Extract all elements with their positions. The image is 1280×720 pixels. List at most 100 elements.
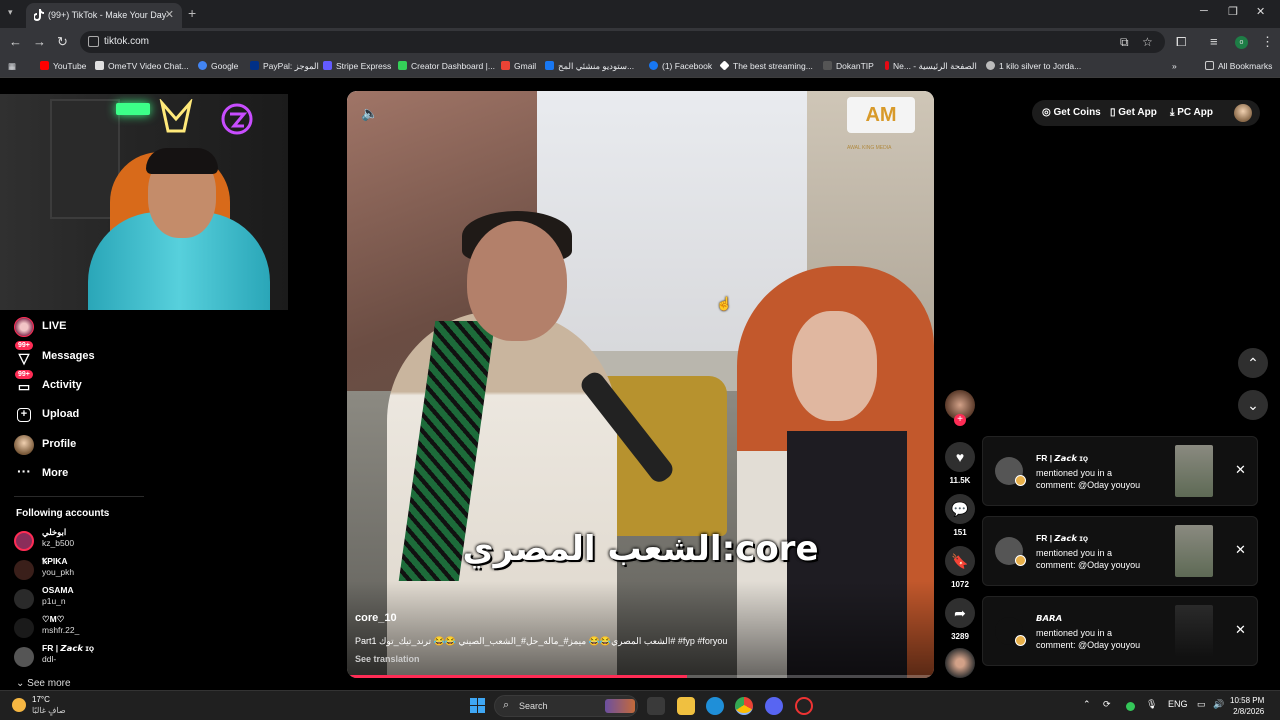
bookmark-item[interactable]: Ne... - الصفحة الرئيسية bbox=[885, 61, 977, 72]
see-more-link[interactable]: ⌄ See more bbox=[16, 678, 71, 689]
extensions-icon[interactable]: ⧠ bbox=[1176, 34, 1186, 50]
tray-overflow-icon[interactable]: ⌃ bbox=[1083, 699, 1091, 710]
messages-icon: ▽ bbox=[18, 350, 30, 366]
previous-video-button[interactable]: ⌃ bbox=[1238, 348, 1268, 378]
menu-kebab-icon[interactable]: ⋮ bbox=[1261, 34, 1274, 50]
follow-plus-icon[interactable]: + bbox=[954, 414, 966, 426]
video-caption-overlay: الشعب المصري:core bbox=[462, 529, 819, 569]
video-thumbnail[interactable] bbox=[1175, 605, 1213, 657]
messages-badge: 99+ bbox=[15, 341, 33, 350]
get-app-button[interactable]: ▯ Get App bbox=[1110, 107, 1157, 118]
bookmarks-overflow-icon[interactable]: » bbox=[1172, 61, 1177, 71]
edge-icon[interactable] bbox=[706, 697, 724, 715]
close-icon[interactable]: ✕ bbox=[1235, 542, 1246, 558]
bookmark-item[interactable]: Google bbox=[198, 61, 238, 71]
netflix-icon bbox=[885, 61, 889, 70]
next-video-button[interactable]: ⌄ bbox=[1238, 390, 1268, 420]
close-icon[interactable]: ✕ bbox=[1235, 462, 1246, 478]
avatar bbox=[14, 589, 34, 609]
upload-icon: + bbox=[17, 408, 31, 422]
bookmark-item[interactable]: YouTube bbox=[40, 61, 86, 71]
get-coins-button[interactable]: ◎ Get Coins bbox=[1042, 107, 1101, 118]
video-player[interactable]: 🔈 AM AWAL KING MEDIA الشعب المصري:core c… bbox=[347, 91, 934, 678]
profile-avatar-icon[interactable]: o bbox=[1235, 36, 1248, 49]
volume-icon[interactable]: 🔊 bbox=[1213, 699, 1224, 710]
mute-icon[interactable]: 🔈 bbox=[361, 105, 378, 122]
minimize-button[interactable]: ─ bbox=[1200, 5, 1208, 17]
chevron-down-icon: ⌄ bbox=[16, 678, 28, 689]
status-dot-icon[interactable] bbox=[1126, 702, 1135, 711]
comment-icon: 💬 bbox=[945, 494, 975, 524]
site-info-icon[interactable] bbox=[88, 36, 99, 47]
bookmark-item[interactable]: PayPal: الموجز bbox=[250, 61, 319, 72]
bookmark-item[interactable]: The best streaming... bbox=[719, 60, 813, 71]
file-explorer-icon[interactable] bbox=[677, 697, 695, 715]
creator-avatar-button[interactable]: + bbox=[945, 390, 975, 426]
bookmark-item[interactable]: DokanTIP bbox=[823, 61, 874, 71]
notification-toast[interactable]: FR | 𝙕𝙖𝙘𝙠 ɪǫ mentioned you in a comment:… bbox=[982, 516, 1258, 586]
video-author[interactable]: core_10 bbox=[355, 612, 397, 624]
network-icon[interactable]: ▭ bbox=[1197, 699, 1206, 710]
video-thumbnail[interactable] bbox=[1175, 525, 1213, 577]
sync-icon[interactable]: ⟳ bbox=[1103, 699, 1111, 710]
bookmark-item[interactable]: Stripe Express bbox=[323, 61, 391, 71]
chevron-up-icon: ⌃ bbox=[1247, 355, 1259, 371]
taskbar-search[interactable]: ⌕ Search bbox=[494, 695, 638, 717]
coin-badge-icon bbox=[1015, 635, 1026, 646]
omnibox[interactable]: tiktok.com ⧉ ☆ bbox=[80, 31, 1165, 53]
obs-icon[interactable] bbox=[795, 697, 813, 715]
browser-tab[interactable]: (99+) TikTok - Make Your Day ✕ bbox=[26, 3, 182, 28]
url-text: tiktok.com bbox=[104, 36, 150, 47]
coin-badge-icon bbox=[1015, 555, 1026, 566]
close-window-button[interactable]: ✕ bbox=[1256, 5, 1265, 18]
close-icon[interactable]: ✕ bbox=[1235, 622, 1246, 638]
video-thumbnail[interactable] bbox=[1175, 445, 1213, 497]
reading-list-icon[interactable]: ≡ bbox=[1210, 34, 1218, 49]
avatar bbox=[14, 647, 34, 667]
bookmark-item[interactable]: ستوديو منشئي المح... bbox=[545, 61, 634, 72]
discord-icon[interactable] bbox=[765, 697, 783, 715]
notification-toast[interactable]: FR | 𝙕𝙖𝙘𝙠 ɪǫ mentioned you in a comment:… bbox=[982, 436, 1258, 506]
clock[interactable]: 10:58 PM 2/8/2026 bbox=[1230, 695, 1264, 717]
music-disc-button[interactable] bbox=[945, 648, 975, 678]
language-indicator[interactable]: ENG bbox=[1168, 699, 1188, 709]
google-icon bbox=[198, 61, 207, 70]
comment-count: 151 bbox=[953, 528, 967, 537]
divider bbox=[14, 496, 144, 497]
task-view-icon[interactable] bbox=[647, 697, 665, 715]
share-button[interactable]: ➦ 3289 bbox=[945, 598, 975, 641]
bookmark-item[interactable]: Creator Dashboard |... bbox=[398, 61, 495, 71]
install-app-icon[interactable]: ⧉ bbox=[1120, 35, 1129, 50]
bookmark-star-icon[interactable]: ☆ bbox=[1142, 35, 1153, 49]
see-translation-link[interactable]: See translation bbox=[355, 654, 420, 664]
tab-search-icon[interactable]: ▾ bbox=[8, 7, 13, 18]
notification-toast[interactable]: 𝘽𝘼𝙍𝘼 mentioned you in a comment: @Oday y… bbox=[982, 596, 1258, 666]
save-button[interactable]: 🔖 1072 bbox=[945, 546, 975, 589]
back-icon[interactable]: ← bbox=[9, 34, 22, 49]
restore-button[interactable]: ❐ bbox=[1228, 5, 1238, 18]
coin-icon: ◎ bbox=[1042, 107, 1054, 118]
windows-start-icon[interactable] bbox=[470, 698, 486, 714]
all-bookmarks-folder[interactable]: All Bookmarks bbox=[1205, 61, 1272, 71]
bookmark-item[interactable]: (1) Facebook bbox=[649, 61, 712, 71]
bookmark-item[interactable]: 1 kilo silver to Jorda... bbox=[986, 61, 1081, 71]
music-disc-icon bbox=[945, 648, 975, 678]
pc-app-button[interactable]: ⤓ PC App bbox=[1170, 107, 1213, 118]
save-count: 1072 bbox=[951, 580, 969, 589]
forward-icon[interactable]: → bbox=[33, 34, 46, 49]
new-tab-button[interactable]: + bbox=[188, 5, 196, 21]
video-progress-bar[interactable] bbox=[347, 675, 934, 678]
apps-grid-icon[interactable]: ▦ bbox=[8, 61, 16, 72]
comment-button[interactable]: 💬 151 bbox=[945, 494, 975, 537]
microphone-icon[interactable]: 🎙 bbox=[1146, 699, 1157, 710]
bookmark-item[interactable]: OmeTV Video Chat... bbox=[95, 61, 189, 71]
tab-close-icon[interactable]: ✕ bbox=[165, 8, 174, 21]
folder-icon bbox=[1205, 61, 1214, 70]
bookmark-item[interactable]: Gmail bbox=[501, 61, 536, 71]
like-button[interactable]: ♥ 11.5K bbox=[945, 442, 975, 485]
user-avatar[interactable] bbox=[1234, 104, 1252, 122]
chrome-icon[interactable] bbox=[735, 697, 753, 715]
tiktok-favicon-icon bbox=[34, 9, 44, 21]
gmail-icon bbox=[501, 61, 510, 70]
reload-icon[interactable]: ↻ bbox=[57, 34, 68, 50]
